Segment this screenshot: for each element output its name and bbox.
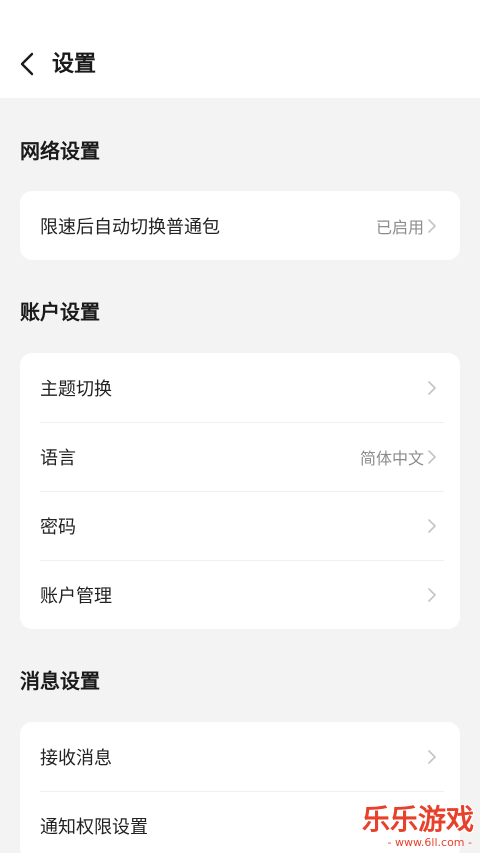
row-label: 主题切换 [40, 378, 112, 400]
chevron-left-icon [20, 52, 34, 76]
row-value: 简体中文 [359, 448, 424, 468]
account-settings-card: 主题切换 语言 简体中文 密码 账户管理 [20, 353, 460, 629]
row-account-management[interactable]: 账户管理 [20, 560, 460, 629]
section-title-account: 账户设置 [20, 300, 100, 324]
top-bar: 设置 [0, 0, 480, 98]
row-language[interactable]: 语言 简体中文 [20, 422, 460, 491]
row-value: 已启用 [375, 217, 424, 237]
row-theme-switch[interactable]: 主题切换 [20, 353, 460, 422]
watermark-logo: 乐乐游戏 - www.6ll.com - [360, 798, 480, 853]
settings-screen: 设置 网络设置 限速后自动切换普通包 已启用 账户设置 主题切换 语言 简体中文 [0, 0, 480, 853]
row-label: 限速后自动切换普通包 [40, 216, 220, 238]
row-label: 语言 [40, 447, 76, 469]
section-title-network: 网络设置 [20, 139, 100, 163]
row-receive-messages[interactable]: 接收消息 [20, 722, 460, 791]
row-auto-switch-package[interactable]: 限速后自动切换普通包 已启用 [20, 191, 460, 260]
row-password[interactable]: 密码 [20, 491, 460, 560]
chevron-right-icon [428, 749, 438, 765]
watermark-title: 乐乐游戏 [361, 803, 474, 836]
watermark-url: - www.6ll.com - [387, 836, 472, 849]
row-label: 接收消息 [40, 747, 112, 769]
row-label: 账户管理 [40, 585, 112, 607]
section-title-message: 消息设置 [20, 669, 100, 693]
network-settings-card: 限速后自动切换普通包 已启用 [20, 191, 460, 260]
chevron-right-icon [428, 380, 438, 396]
chevron-right-icon [428, 218, 438, 234]
chevron-right-icon [428, 518, 438, 534]
page-title: 设置 [52, 52, 97, 77]
chevron-right-icon [428, 587, 438, 603]
chevron-right-icon [428, 449, 438, 465]
row-label: 密码 [40, 516, 76, 538]
back-button[interactable] [10, 44, 44, 84]
